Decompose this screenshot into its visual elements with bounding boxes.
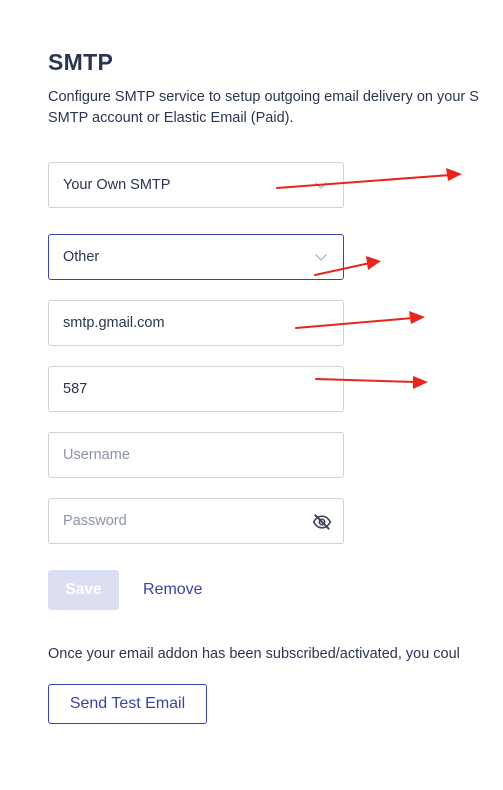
username-input[interactable]: Username xyxy=(48,432,344,478)
smtp-server-select[interactable]: Other xyxy=(48,234,344,280)
smtp-server-value: Other xyxy=(63,249,100,265)
password-input[interactable]: Password xyxy=(48,498,344,544)
page-title: SMTP xyxy=(48,49,114,75)
eye-off-icon[interactable] xyxy=(312,512,332,532)
remove-link[interactable]: Remove xyxy=(143,580,203,600)
section-description: Configure SMTP service to setup outgoing… xyxy=(48,87,503,129)
username-placeholder: Username xyxy=(63,447,130,463)
send-test-email-button[interactable]: Send Test Email xyxy=(48,684,207,724)
password-placeholder: Password xyxy=(63,513,127,529)
smtp-host-input[interactable]: smtp.gmail.com xyxy=(48,300,344,346)
smtp-settings-page: SMTP Configure SMTP service to setup out… xyxy=(0,0,503,790)
smtp-port-value: 587 xyxy=(63,381,88,397)
test-email-note: Once your email addon has been subscribe… xyxy=(48,646,460,662)
save-button[interactable]: Save xyxy=(48,570,119,610)
smtp-provider-value: Your Own SMTP xyxy=(63,177,171,193)
smtp-host-value: smtp.gmail.com xyxy=(63,315,165,331)
smtp-port-input[interactable]: 587 xyxy=(48,366,344,412)
chevron-down-icon xyxy=(315,254,327,261)
description-line-2: SMTP account or Elastic Email (Paid). xyxy=(48,110,294,126)
smtp-provider-select[interactable]: Your Own SMTP xyxy=(48,162,344,208)
chevron-down-icon xyxy=(315,182,327,189)
description-line-1: Configure SMTP service to setup outgoing… xyxy=(48,89,479,105)
